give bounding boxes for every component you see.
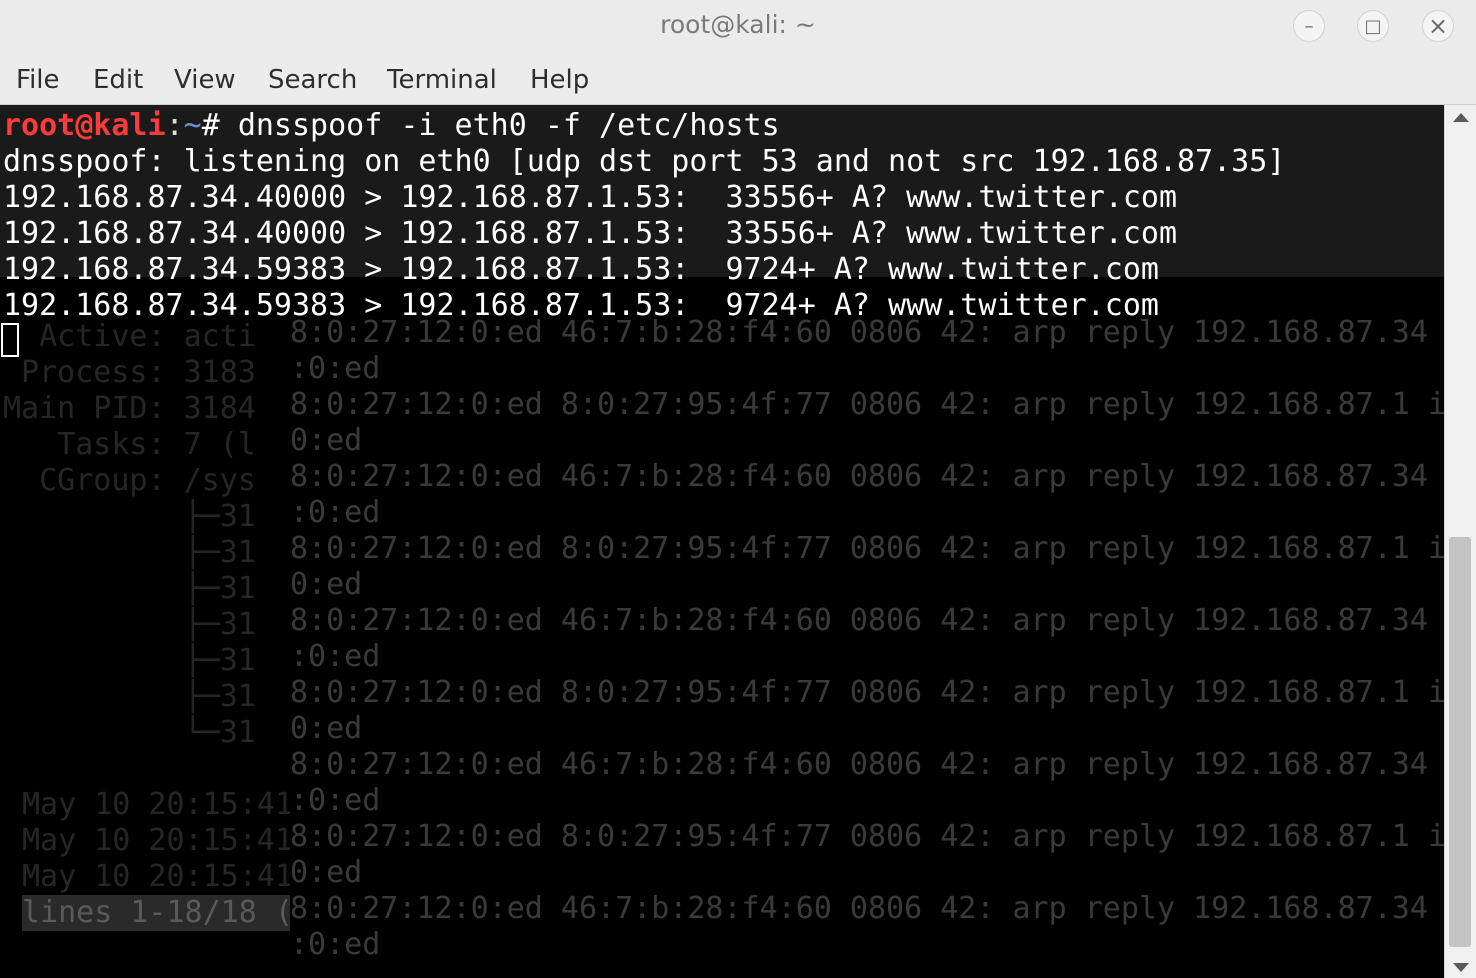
command-line: root@kali:~# dnsspoof -i eth0 -f /etc/ho… (3, 108, 780, 144)
background-status-line: ├─31 (3, 643, 256, 678)
background-status-line: CGroup: /sys (3, 463, 256, 498)
background-arp-line: 8:0:27:12:0:ed 8:0:27:95:4f:77 0806 42: … (290, 819, 1444, 854)
background-arp-line: 0:ed (290, 711, 363, 746)
output-line: dnsspoof: listening on eth0 [udp dst por… (3, 144, 1286, 179)
background-arp-line: :0:ed (290, 783, 381, 818)
background-journal-line: May 10 20:15:41 (22, 859, 290, 894)
background-arp-line: 8:0:27:12:0:ed 8:0:27:95:4f:77 0806 42: … (290, 531, 1444, 566)
output-line: 192.168.87.34.40000 > 192.168.87.1.53: 3… (3, 180, 1177, 215)
background-arp-line: 8:0:27:12:0:ed 46:7:b:28:f4:60 0806 42: … (290, 459, 1428, 494)
prompt-separator: : (165, 108, 184, 143)
background-arp-line: :0:ed (290, 495, 381, 530)
background-journal-line: lines 1-18/18 ( (22, 895, 290, 931)
background-arp-line: 0:ed (290, 855, 363, 890)
background-status-line: ├─31 (3, 607, 256, 642)
background-status-line: Process: 3183 (3, 355, 256, 390)
menu-view[interactable]: View (174, 65, 236, 95)
background-status-line: Main PID: 3184 (3, 391, 256, 426)
background-arp-line: :0:ed (290, 639, 381, 674)
minimize-button[interactable]: – (1293, 10, 1325, 42)
scroll-down-arrow-icon[interactable] (1453, 963, 1469, 972)
output-line: 192.168.87.34.59383 > 192.168.87.1.53: 9… (3, 252, 1159, 287)
background-status-line: Active: acti (3, 319, 256, 354)
background-arp-line: 8:0:27:12:0:ed 46:7:b:28:f4:60 0806 42: … (290, 747, 1428, 782)
background-arp-line: :0:ed (290, 927, 381, 962)
prompt-symbol: # (201, 108, 238, 143)
menu-bar: File Edit View Search Terminal Help (0, 54, 1476, 105)
command-text: dnsspoof -i eth0 -f /etc/hosts (237, 108, 780, 143)
window-title: root@kali: ~ (660, 10, 816, 39)
background-arp-line: :0:ed (290, 351, 381, 386)
background-status-line: ├─31 (3, 679, 256, 714)
background-arp-line: 0:ed (290, 567, 363, 602)
background-arp-line: 8:0:27:12:0:ed 46:7:b:28:f4:60 0806 42: … (290, 891, 1428, 926)
scroll-up-arrow-icon[interactable] (1453, 113, 1469, 122)
output-line: 192.168.87.34.59383 > 192.168.87.1.53: 9… (3, 288, 1159, 323)
background-status-line: ├─31 (3, 499, 256, 534)
prompt-directory: ~ (183, 108, 202, 143)
close-button[interactable]: × (1422, 10, 1454, 42)
background-arp-line: 0:ed (290, 423, 363, 458)
maximize-icon: □ (1364, 15, 1382, 37)
menu-file[interactable]: File (16, 65, 60, 95)
output-line: 192.168.87.34.40000 > 192.168.87.1.53: 3… (3, 216, 1177, 251)
menu-terminal[interactable]: Terminal (387, 65, 497, 95)
background-arp-line: 8:0:27:12:0:ed 8:0:27:95:4f:77 0806 42: … (290, 387, 1444, 422)
background-status-line: └─31 (3, 715, 256, 750)
background-status-line: ├─31 (3, 535, 256, 570)
terminal-area[interactable]: Active: acti Process: 3183 Main PID: 3184… (0, 105, 1444, 978)
terminal-cursor (1, 323, 19, 357)
background-journal-line: May 10 20:15:41 (22, 787, 290, 822)
background-status-line: Tasks: 7 (l (3, 427, 256, 462)
menu-edit[interactable]: Edit (93, 65, 143, 95)
window-titlebar: root@kali: ~ – □ × (0, 0, 1476, 54)
background-arp-line: 8:0:27:12:0:ed 8:0:27:95:4f:77 0806 42: … (290, 675, 1444, 710)
close-icon: × (1427, 12, 1449, 40)
menu-search[interactable]: Search (268, 65, 357, 95)
prompt-user: root@kali (3, 108, 166, 143)
menu-help[interactable]: Help (530, 65, 589, 95)
maximize-button[interactable]: □ (1357, 10, 1389, 42)
minimize-icon: – (1304, 15, 1314, 37)
terminal-scrollbar[interactable] (1444, 105, 1476, 978)
background-arp-line: 8:0:27:12:0:ed 46:7:b:28:f4:60 0806 42: … (290, 603, 1428, 638)
scrollbar-thumb[interactable] (1449, 537, 1471, 947)
background-journal-line: May 10 20:15:41 (22, 823, 290, 858)
background-status-line: ├─31 (3, 571, 256, 606)
